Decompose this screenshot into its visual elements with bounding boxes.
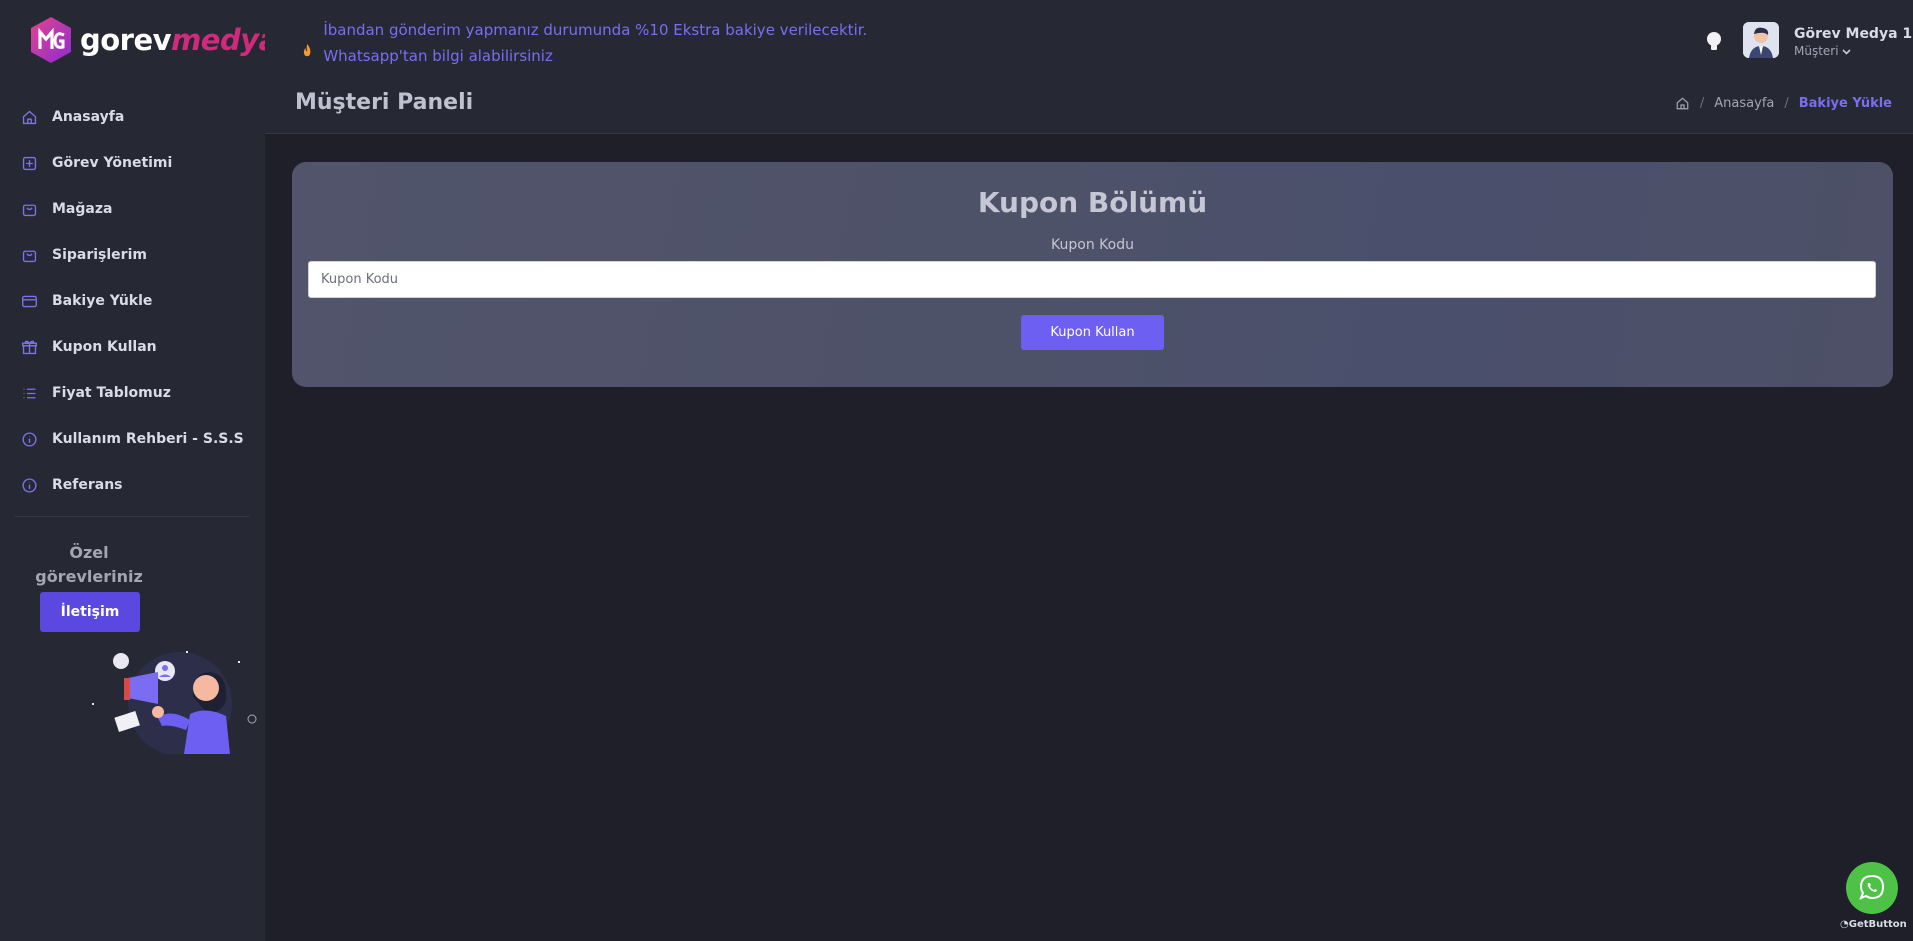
user-role-label: Müşteri <box>1794 44 1839 58</box>
breadcrumb: / Anasayfa / Bakiye Yükle <box>1675 96 1892 111</box>
sidebar-divider <box>14 516 250 517</box>
sidebar-item-label: Fiyat Tablomuz <box>52 385 171 401</box>
list-icon <box>20 384 38 402</box>
coupon-field-label: Kupon Kodu <box>1051 237 1134 253</box>
plus-square-icon <box>20 154 38 172</box>
avatar[interactable] <box>1743 22 1779 58</box>
sidebar-item-referans[interactable]: Referans <box>0 462 265 508</box>
contact-button[interactable]: İletişim <box>40 592 140 632</box>
sidebar-item-bakiye-yukle[interactable]: Bakiye Yükle <box>0 278 265 324</box>
sidebar-item-kupon-kullan[interactable]: Kupon Kullan <box>0 324 265 370</box>
getbutton-icon: ◔ <box>1840 919 1849 930</box>
credit-card-icon <box>20 292 38 310</box>
sidebar-menu: Anasayfa Görev Yönetimi Mağaza Siparişle… <box>0 94 265 508</box>
sidebar-item-label: Siparişlerim <box>52 247 147 263</box>
info-icon <box>20 476 38 494</box>
coupon-card: Kupon Bölümü Kupon Kodu Kupon Kullan <box>292 162 1893 387</box>
gift-icon <box>20 338 38 356</box>
home-icon <box>20 108 38 126</box>
page-header: Müşteri Paneli / Anasayfa / Bakiye Yükle <box>265 84 1913 134</box>
announcement-text: İbandan gönderim yapmanız durumunda %10 … <box>323 21 868 65</box>
sidebar-item-label: Mağaza <box>52 201 113 217</box>
announcement: İbandan gönderim yapmanız durumunda %10 … <box>299 17 959 69</box>
sidebar-item-gorev-yonetimi[interactable]: Görev Yönetimi <box>0 140 265 186</box>
breadcrumb-separator: / <box>1784 96 1789 111</box>
getbutton-label: GetButton <box>1848 919 1907 930</box>
sidebar-item-kullanim-rehberi[interactable]: Kullanım Rehberi - S.S.S <box>0 416 265 462</box>
bag-icon <box>20 200 38 218</box>
sidebar: gorevmedya Anasayfa Görev Yönetimi Mağaz… <box>0 0 278 941</box>
getbutton-badge[interactable]: ◔GetButton <box>1840 919 1907 930</box>
fire-icon <box>303 43 311 57</box>
breadcrumb-item[interactable]: Anasayfa <box>1714 96 1774 111</box>
coupon-code-input[interactable] <box>308 261 1876 298</box>
sidebar-item-label: Kupon Kullan <box>52 339 157 355</box>
sidebar-item-label: Referans <box>52 477 123 493</box>
sidebar-item-anasayfa[interactable]: Anasayfa <box>0 94 265 140</box>
user-name[interactable]: Görev Medya 1 <box>1794 26 1912 42</box>
home-icon[interactable] <box>1675 96 1690 111</box>
use-coupon-button[interactable]: Kupon Kullan <box>1021 315 1164 350</box>
coupon-title: Kupon Bölümü <box>977 186 1208 219</box>
bag-icon <box>20 246 38 264</box>
sidebar-item-siparislerim[interactable]: Siparişlerim <box>0 232 265 278</box>
sidebar-item-label: Görev Yönetimi <box>52 155 173 171</box>
sidebar-item-label: Bakiye Yükle <box>52 293 153 309</box>
whatsapp-icon <box>1859 874 1885 900</box>
chevron-down-icon <box>1842 49 1851 55</box>
sidebar-item-magaza[interactable]: Mağaza <box>0 186 265 232</box>
logo[interactable]: gorevmedya <box>28 14 278 66</box>
user-role[interactable]: Müşteri <box>1794 44 1851 58</box>
page-title: Müşteri Paneli <box>295 90 474 115</box>
sidebar-item-fiyat-tablomuz[interactable]: Fiyat Tablomuz <box>0 370 265 416</box>
breadcrumb-separator: / <box>1699 96 1705 111</box>
lightbulb-icon[interactable] <box>1705 30 1723 54</box>
breadcrumb-current: Bakiye Yükle <box>1798 96 1892 111</box>
whatsapp-button[interactable] <box>1846 862 1898 914</box>
top-header: İbandan gönderim yapmanız durumunda %10 … <box>265 0 1913 84</box>
logo-mark-icon <box>31 17 71 63</box>
sidebar-item-label: Kullanım Rehberi - S.S.S <box>52 431 244 447</box>
logo-word-medya: medya <box>171 23 278 57</box>
info-icon <box>20 430 38 448</box>
megaphone-illustration <box>92 651 257 754</box>
sidebar-item-label: Anasayfa <box>52 109 125 125</box>
logo-word-gorev: gorev <box>80 23 172 57</box>
